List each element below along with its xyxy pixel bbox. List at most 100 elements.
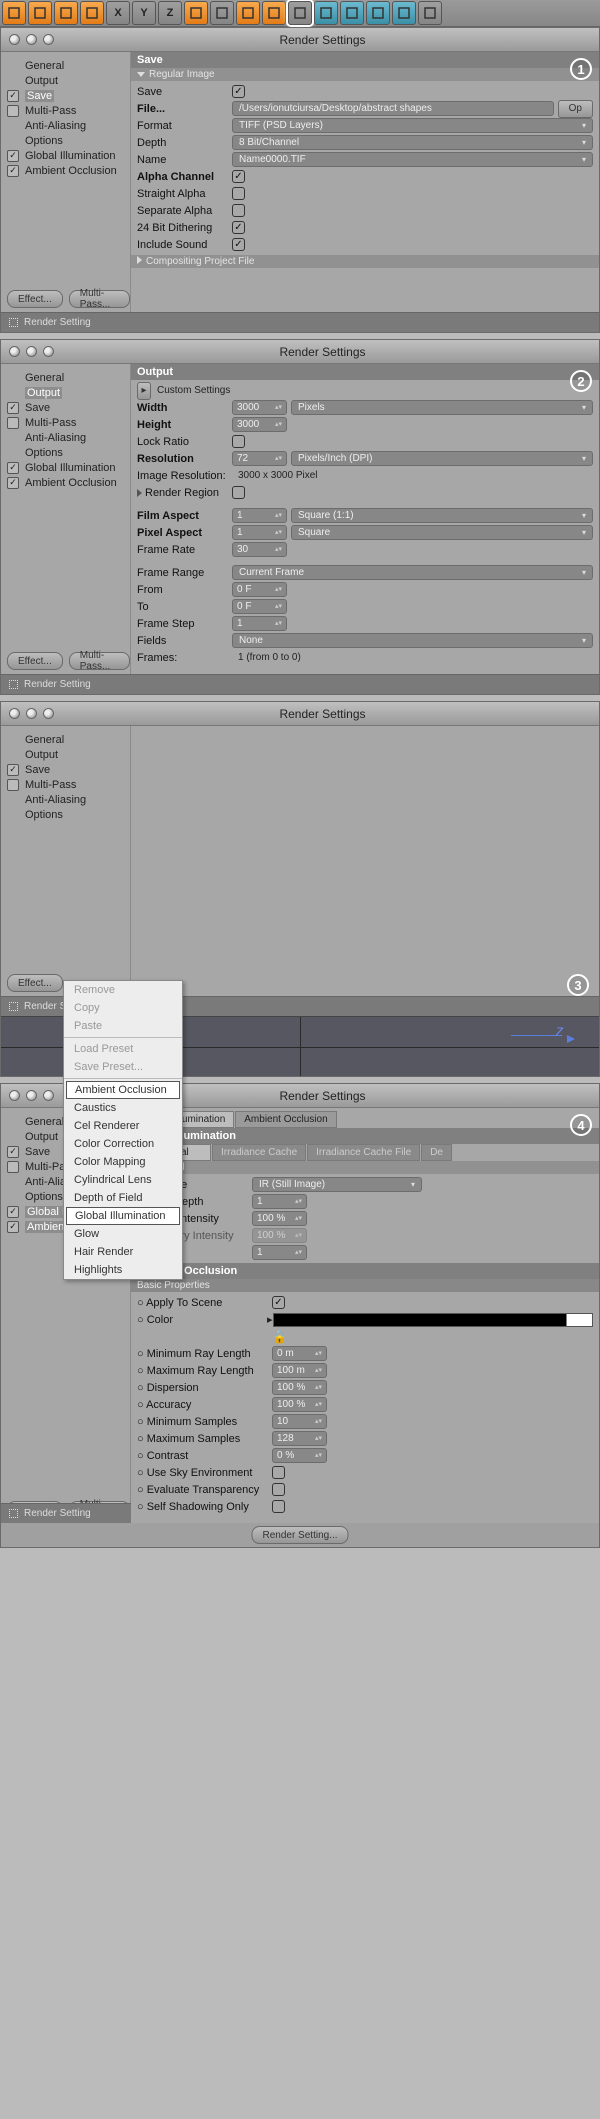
to-input[interactable]: 0 F▴▾ — [232, 599, 287, 614]
render-setting-button[interactable]: Render Setting... — [251, 1526, 348, 1544]
multipass-checkbox[interactable] — [7, 105, 19, 117]
region-check[interactable] — [232, 486, 245, 499]
menu-item-depth-of-field[interactable]: Depth of Field — [64, 1189, 182, 1207]
layers-button[interactable] — [210, 1, 234, 25]
expand-button[interactable] — [418, 1, 442, 25]
menu-item-hair-render[interactable]: Hair Render — [64, 1243, 182, 1261]
sidebar-item-ao[interactable]: Ambient Occlusion — [25, 165, 117, 177]
color-gradient[interactable] — [273, 1313, 593, 1327]
menu-item-glow[interactable]: Glow — [64, 1225, 182, 1243]
maxray-input[interactable]: 100 m▴▾ — [272, 1363, 327, 1378]
render-settings-button[interactable] — [288, 1, 312, 25]
menu-item-global-illumination[interactable]: Global Illumination — [66, 1207, 180, 1225]
apply-check[interactable] — [272, 1296, 285, 1309]
tab-irr-cache[interactable]: Irradiance Cache — [212, 1144, 306, 1161]
multipass-button[interactable]: Multi-Pass... — [69, 290, 130, 308]
acc-input[interactable]: 100 %▴▾ — [272, 1397, 327, 1412]
sidebar-item-aa[interactable]: Anti-Aliasing — [25, 120, 86, 132]
axis-y-button[interactable]: Y — [132, 1, 156, 25]
zoom-icon[interactable] — [43, 34, 54, 45]
menu-item-cel-renderer[interactable]: Cel Renderer — [64, 1117, 182, 1135]
minimize-icon[interactable] — [26, 34, 37, 45]
step-input[interactable]: 1▴▾ — [232, 616, 287, 631]
save-check[interactable] — [232, 85, 245, 98]
sidebar-item-output[interactable]: Output — [25, 387, 62, 399]
trans-check[interactable] — [272, 1483, 285, 1496]
cube-button[interactable] — [28, 1, 52, 25]
menu-item-cylindrical-lens[interactable]: Cylindrical Lens — [64, 1171, 182, 1189]
lock-check[interactable] — [232, 435, 245, 448]
sidebar-item-output[interactable]: Output — [25, 75, 58, 87]
pixel-input[interactable]: 1▴▾ — [232, 525, 287, 540]
sky-check[interactable] — [272, 1466, 285, 1479]
gimode-dropdown[interactable]: IR (Still Image)▾ — [252, 1177, 422, 1192]
sidebar-item-options[interactable]: Options — [25, 135, 63, 147]
close-icon[interactable] — [9, 34, 20, 45]
maxsamp-input[interactable]: 128▴▾ — [272, 1431, 327, 1446]
axis-z-button[interactable]: Z — [158, 1, 182, 25]
spiral-button[interactable] — [340, 1, 364, 25]
alpha-check[interactable] — [232, 170, 245, 183]
sidebar-item-gi[interactable]: Global Illumination — [25, 150, 116, 162]
sound-check[interactable] — [232, 238, 245, 251]
move-all-button[interactable] — [2, 1, 26, 25]
axis-x-button[interactable]: X — [106, 1, 130, 25]
poly-button[interactable] — [366, 1, 390, 25]
regular-image-sub[interactable]: Regular Image — [131, 68, 599, 81]
menu-item-color-correction[interactable]: Color Correction — [64, 1135, 182, 1153]
footer-label[interactable]: Render Setting — [24, 317, 91, 328]
tab-de[interactable]: De — [421, 1144, 452, 1161]
globe-button[interactable] — [184, 1, 208, 25]
atom-button[interactable] — [392, 1, 416, 25]
rotate-button[interactable] — [54, 1, 78, 25]
rate-input[interactable]: 30▴▾ — [232, 542, 287, 557]
res-input[interactable]: 72▴▾ — [232, 451, 287, 466]
clapper2-button[interactable] — [262, 1, 286, 25]
shadow-check[interactable] — [272, 1500, 285, 1513]
file-field[interactable]: /Users/ionutciursa/Desktop/abstract shap… — [232, 101, 554, 116]
prim-cube-button[interactable] — [314, 1, 338, 25]
sidebar-item-save[interactable]: Save — [25, 90, 54, 102]
lock-icon[interactable]: 🔒 — [272, 1330, 287, 1344]
ao-checkbox[interactable] — [7, 165, 19, 177]
minray-input[interactable]: 0 m▴▾ — [272, 1346, 327, 1361]
effect-button[interactable]: Effect... — [7, 290, 63, 308]
tab-ao[interactable]: Ambient Occlusion — [235, 1111, 336, 1128]
minsamp-input[interactable]: 10▴▾ — [272, 1414, 327, 1429]
menu-item-ambient-occlusion[interactable]: Ambient Occlusion — [66, 1081, 180, 1099]
gamma-input[interactable]: 1▴▾ — [252, 1245, 307, 1260]
width-unit[interactable]: Pixels▾ — [291, 400, 593, 415]
fields-dropdown[interactable]: None▾ — [232, 633, 593, 648]
width-input[interactable]: 3000▴▾ — [232, 400, 287, 415]
sidebar-item-multipass[interactable]: Multi-Pass — [25, 105, 76, 117]
dither-check[interactable] — [232, 221, 245, 234]
menu-item-caustics[interactable]: Caustics — [64, 1099, 182, 1117]
height-input[interactable]: 3000▴▾ — [232, 417, 287, 432]
depth-dropdown[interactable]: 8 Bit/Channel▾ — [232, 135, 593, 150]
straight-check[interactable] — [232, 187, 245, 200]
menu-item-highlights[interactable]: Highlights — [64, 1261, 182, 1279]
preset-icon[interactable]: ▸ — [137, 382, 151, 400]
move-arrows-button[interactable] — [80, 1, 104, 25]
name-dropdown[interactable]: Name0000.TIF▾ — [232, 152, 593, 167]
disp-input[interactable]: 100 %▴▾ — [272, 1380, 327, 1395]
tab-irr-file[interactable]: Irradiance Cache File — [307, 1144, 420, 1161]
separate-check[interactable] — [232, 204, 245, 217]
file-browse[interactable]: Op — [558, 100, 593, 118]
effect-button[interactable]: Effect... — [7, 974, 63, 992]
save-checkbox[interactable] — [7, 90, 19, 102]
comp-file-sub[interactable]: Compositing Project File — [131, 255, 599, 268]
effect-context-menu[interactable]: RemoveCopyPasteLoad PresetSave Preset...… — [63, 980, 183, 1280]
diffdepth-input[interactable]: 1▴▾ — [252, 1194, 307, 1209]
format-dropdown[interactable]: TIFF (PSD Layers)▾ — [232, 118, 593, 133]
gi-checkbox[interactable] — [7, 150, 19, 162]
range-dropdown[interactable]: Current Frame▾ — [232, 565, 593, 580]
clapper-button[interactable] — [236, 1, 260, 25]
res-unit[interactable]: Pixels/Inch (DPI)▾ — [291, 451, 593, 466]
contrast-input[interactable]: 0 %▴▾ — [272, 1448, 327, 1463]
primint-input[interactable]: 100 %▴▾ — [252, 1211, 307, 1226]
menu-item-color-mapping[interactable]: Color Mapping — [64, 1153, 182, 1171]
sidebar-item-general[interactable]: General — [25, 60, 64, 72]
film-input[interactable]: 1▴▾ — [232, 508, 287, 523]
from-input[interactable]: 0 F▴▾ — [232, 582, 287, 597]
